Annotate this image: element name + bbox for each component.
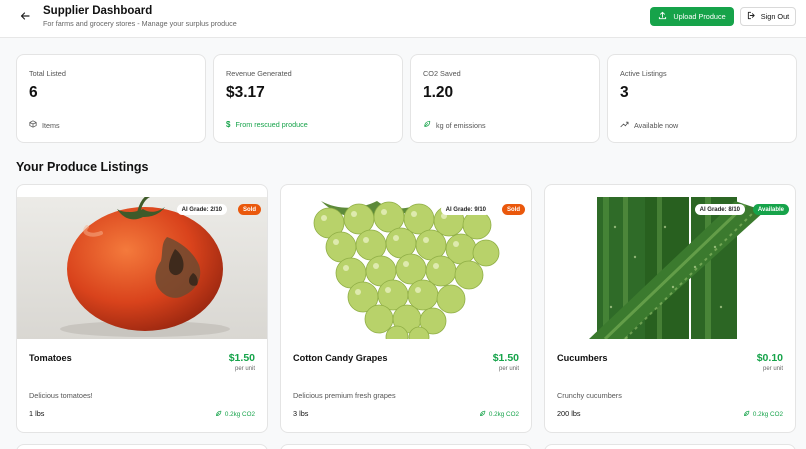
dollar-icon: $ <box>226 120 231 129</box>
status-badge: Sold <box>238 204 261 215</box>
produce-description: Delicious premium fresh grapes <box>293 391 396 400</box>
ai-grade-badge: AI Grade: 8/10 <box>694 204 745 215</box>
produce-name: Cucumbers <box>557 353 608 363</box>
upload-produce-button[interactable]: Upload Produce <box>650 7 734 26</box>
produce-price: $1.50 <box>492 352 519 364</box>
stat-value: $3.17 <box>226 84 265 101</box>
produce-name: Cotton Candy Grapes <box>293 353 388 363</box>
listing-card-partial[interactable] <box>16 444 268 449</box>
produce-price: $0.10 <box>756 352 783 364</box>
listing-card-grapes[interactable]: AI Grade: 9/10 Sold Cotton Candy Grapes … <box>280 184 532 433</box>
co2-savings-text: 0.2kg CO2 <box>752 411 783 418</box>
produce-price: $1.50 <box>228 352 255 364</box>
stat-label: Total Listed <box>29 69 66 78</box>
page-title: Supplier Dashboard <box>43 5 153 17</box>
produce-quantity: 1 lbs <box>29 409 45 418</box>
back-arrow-icon[interactable] <box>18 9 32 23</box>
sign-out-icon <box>747 11 756 22</box>
listing-card-cucumbers[interactable]: AI Grade: 8/10 Available Cucumbers $0.10… <box>544 184 796 433</box>
upload-produce-label: Upload Produce <box>673 12 726 21</box>
stat-card-total-listed: Total Listed 6 Items <box>16 54 206 143</box>
stat-footer: kg of emissions <box>423 120 486 130</box>
produce-name: Tomatoes <box>29 353 72 363</box>
box-icon <box>29 120 37 130</box>
stat-footer-text: Available now <box>634 120 679 130</box>
sign-out-button[interactable]: Sign Out <box>740 7 796 26</box>
status-badge: Available <box>752 204 789 215</box>
ai-grade-badge: AI Grade: 2/10 <box>176 204 227 215</box>
produce-image-grapes <box>281 197 531 339</box>
sign-out-label: Sign Out <box>760 12 790 21</box>
stat-value: 3 <box>620 84 629 101</box>
stat-footer: Items <box>29 120 60 130</box>
produce-description: Crunchy cucumbers <box>557 391 622 400</box>
co2-savings: 0.2kg CO2 <box>215 410 255 419</box>
listing-card-partial[interactable] <box>280 444 532 449</box>
co2-savings-text: 0.2kg CO2 <box>224 411 255 418</box>
co2-savings-text: 0.2kg CO2 <box>488 411 519 418</box>
stat-label: Active Listings <box>620 69 667 78</box>
leaf-icon <box>423 120 431 130</box>
price-unit: per unit <box>234 366 255 372</box>
stat-value: 1.20 <box>423 84 454 101</box>
price-unit: per unit <box>762 366 783 372</box>
produce-quantity: 200 lbs <box>557 409 581 418</box>
leaf-icon <box>215 410 222 419</box>
produce-quantity: 3 lbs <box>293 409 309 418</box>
stat-card-co2-saved: CO2 Saved 1.20 kg of emissions <box>410 54 600 143</box>
stat-footer-text: Items <box>42 120 60 130</box>
price-unit: per unit <box>498 366 519 372</box>
stat-card-active-listings: Active Listings 3 Available now <box>607 54 797 143</box>
ai-grade-badge: AI Grade: 9/10 <box>440 204 491 215</box>
listing-card-partial[interactable] <box>544 444 796 449</box>
upload-icon <box>658 11 667 22</box>
leaf-icon <box>743 410 750 419</box>
stat-footer-text: kg of emissions <box>436 120 486 130</box>
trend-up-icon <box>620 120 629 130</box>
stat-label: Revenue Generated <box>226 69 292 78</box>
stat-footer-text: From rescued produce <box>235 120 308 129</box>
stat-value: 6 <box>29 84 38 101</box>
stat-footer: Available now <box>620 120 678 130</box>
stat-footer: $ From rescued produce <box>226 120 308 129</box>
status-badge: Sold <box>502 204 525 215</box>
produce-description: Delicious tomatoes! <box>29 391 93 400</box>
app-header: Supplier Dashboard For farms and grocery… <box>0 0 806 38</box>
section-title: Your Produce Listings <box>16 160 149 174</box>
leaf-icon <box>479 410 486 419</box>
co2-savings: 0.2kg CO2 <box>479 410 519 419</box>
stat-card-revenue: Revenue Generated $3.17 $ From rescued p… <box>213 54 403 143</box>
produce-image-cucumbers <box>545 197 795 339</box>
listing-card-tomatoes[interactable]: AI Grade: 2/10 Sold Tomatoes $1.50 per u… <box>16 184 268 433</box>
produce-image-tomato <box>17 197 267 339</box>
stat-label: CO2 Saved <box>423 69 461 78</box>
page-subtitle: For farms and grocery stores - Manage yo… <box>43 19 237 28</box>
co2-savings: 0.2kg CO2 <box>743 410 783 419</box>
